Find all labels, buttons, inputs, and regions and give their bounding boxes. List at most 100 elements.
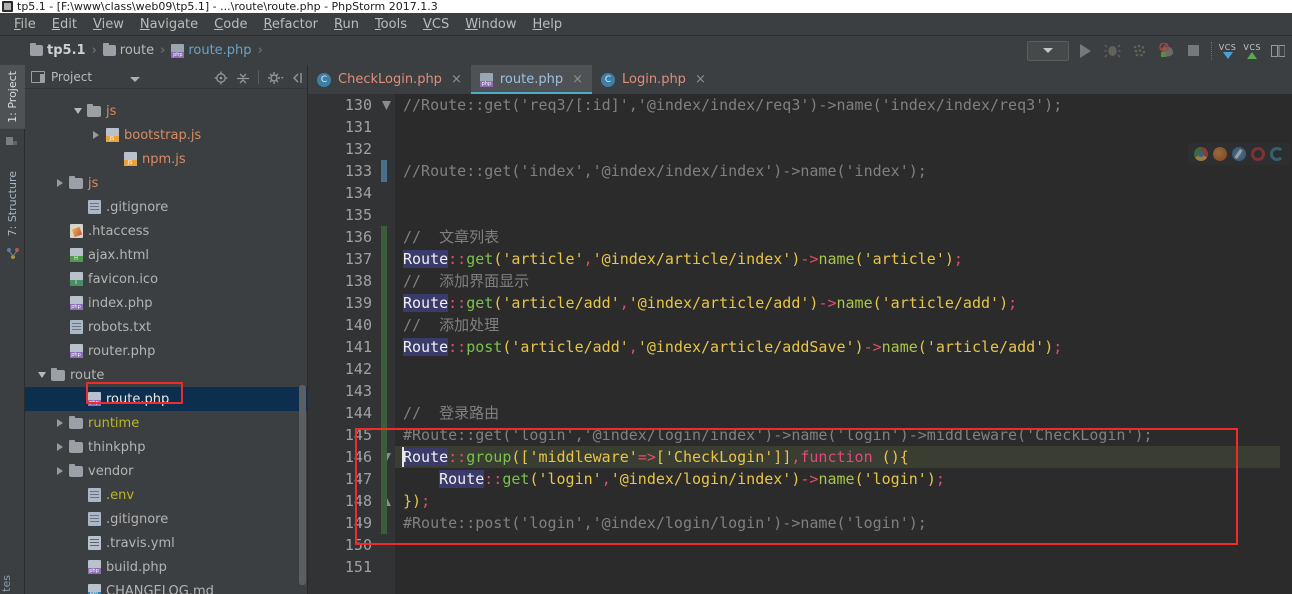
close-icon[interactable]: ×: [572, 72, 583, 87]
tree-item-favicon-ico[interactable]: Ifavicon.ico: [25, 267, 307, 291]
vcs-change-marker[interactable]: [381, 160, 387, 182]
tree-expand-toggle[interactable]: [53, 179, 67, 187]
opera-icon[interactable]: [1251, 147, 1265, 161]
close-icon[interactable]: ×: [695, 72, 706, 87]
menu-item-view[interactable]: View: [85, 15, 132, 34]
tree-expand-toggle[interactable]: [53, 467, 67, 475]
breadcrumb-item-project[interactable]: tp5.1: [30, 43, 86, 58]
tree-expand-toggle[interactable]: [53, 419, 67, 427]
chevron-down-icon[interactable]: [38, 372, 46, 378]
tree-expand-toggle[interactable]: [89, 131, 103, 139]
menu-item-vcs[interactable]: VCS: [415, 15, 457, 34]
code-line[interactable]: Route::post('article/add','@index/articl…: [395, 336, 1292, 358]
locate-file-icon[interactable]: [214, 70, 228, 84]
tree-item-travis-yml[interactable]: .travis.yml: [25, 531, 307, 555]
tree-expand-toggle[interactable]: [53, 443, 67, 451]
vcs-change-marker[interactable]: [381, 314, 387, 336]
vcs-change-marker[interactable]: [381, 468, 387, 490]
vcs-change-marker[interactable]: [381, 292, 387, 314]
breadcrumb-item-file[interactable]: route.php: [171, 43, 252, 58]
chevron-right-icon[interactable]: [57, 179, 63, 187]
stop-call-button[interactable]: [1157, 41, 1177, 61]
code-line[interactable]: //Route::get('index','@index/index/index…: [395, 160, 1292, 182]
run-button[interactable]: [1076, 41, 1096, 61]
code-line[interactable]: [395, 138, 1292, 160]
tree-item-router-php[interactable]: php router.php: [25, 339, 307, 363]
vcs-change-marker[interactable]: [381, 424, 387, 446]
tree-item-npm-js[interactable]: JS npm.js: [25, 147, 307, 171]
code-line[interactable]: // 添加界面显示: [395, 270, 1292, 292]
menu-item-file[interactable]: File: [6, 15, 44, 34]
editor-tab-login-php[interactable]: C Login.php ×: [592, 65, 715, 94]
safari-icon[interactable]: [1232, 147, 1246, 161]
menu-item-run[interactable]: Run: [326, 15, 367, 34]
code-line[interactable]: [395, 358, 1292, 380]
vcs-change-marker[interactable]: [381, 490, 387, 512]
tree-item-index-php[interactable]: php index.php: [25, 291, 307, 315]
code-line[interactable]: Route::get('login','@index/login/index')…: [395, 468, 1292, 490]
breadcrumb-item-route[interactable]: route: [102, 43, 154, 58]
sidebar-item-favorites[interactable]: tes: [0, 573, 25, 594]
code-line[interactable]: [395, 380, 1292, 402]
vcs-change-marker[interactable]: [381, 226, 387, 248]
tree-item-route-php[interactable]: php route.php: [25, 387, 307, 411]
code-line[interactable]: // 文章列表: [395, 226, 1292, 248]
vcs-commit-button[interactable]: VCS: [1243, 43, 1261, 59]
tree-expand-toggle[interactable]: [71, 108, 85, 114]
code-line[interactable]: Route::get('article','@index/article/ind…: [395, 248, 1292, 270]
firefox-icon[interactable]: [1213, 147, 1227, 161]
menu-item-refactor[interactable]: Refactor: [255, 15, 326, 34]
vcs-change-marker[interactable]: [381, 446, 387, 468]
tree-item-changelog-md[interactable]: MD CHANGELOG.md: [25, 579, 307, 594]
code-line[interactable]: });: [395, 490, 1292, 512]
code-line[interactable]: Route::get('article/add','@index/article…: [395, 292, 1292, 314]
tree-item-ajax-html[interactable]: Hajax.html: [25, 243, 307, 267]
tree-item-env[interactable]: .env: [25, 483, 307, 507]
code-line[interactable]: //Route::get('req3/[:id]','@index/index/…: [395, 94, 1292, 116]
vcs-change-marker[interactable]: [381, 358, 387, 380]
edge-icon[interactable]: [1270, 147, 1284, 161]
tree-item-htaccess[interactable]: .htaccess: [25, 219, 307, 243]
vcs-update-button[interactable]: VCS: [1219, 43, 1237, 59]
menu-item-window[interactable]: Window: [457, 15, 524, 34]
menu-item-tools[interactable]: Tools: [367, 15, 415, 34]
tree-item-vendor[interactable]: vendor: [25, 459, 307, 483]
project-tree[interactable]: js JS bootstrap.js JS npm.js js .gitignore .hta…: [25, 89, 307, 594]
chevron-down-icon[interactable]: [74, 108, 82, 114]
chevron-right-icon[interactable]: [57, 443, 63, 451]
sidebar-item-project[interactable]: 1: Project: [0, 65, 25, 129]
vcs-change-marker[interactable]: [381, 380, 387, 402]
vcs-change-marker[interactable]: [381, 270, 387, 292]
tree-item-js[interactable]: js: [25, 171, 307, 195]
tree-item-build-php[interactable]: php build.php: [25, 555, 307, 579]
tree-item-gitignore[interactable]: .gitignore: [25, 195, 307, 219]
settings-gear-icon[interactable]: [267, 70, 284, 84]
chrome-icon[interactable]: [1194, 147, 1208, 161]
compare-button[interactable]: [1268, 41, 1288, 61]
tree-item-route[interactable]: route: [25, 363, 307, 387]
close-icon[interactable]: ×: [451, 72, 462, 87]
code-line[interactable]: [395, 182, 1292, 204]
code-line[interactable]: #Route::post('login','@index/login/login…: [395, 512, 1292, 534]
code-line[interactable]: // 登录路由: [395, 402, 1292, 424]
tree-item-bootstrap-js[interactable]: JS bootstrap.js: [25, 123, 307, 147]
chevron-right-icon[interactable]: [93, 131, 99, 139]
vcs-change-marker[interactable]: [381, 336, 387, 358]
stop-button[interactable]: [1184, 41, 1204, 61]
browser-preview-bar[interactable]: [1188, 143, 1290, 165]
menu-item-code[interactable]: Code: [206, 15, 255, 34]
code-line[interactable]: // 添加处理: [395, 314, 1292, 336]
editor-scrollbar[interactable]: [1280, 123, 1292, 594]
menu-item-navigate[interactable]: Navigate: [132, 15, 206, 34]
run-config-dropdown[interactable]: [1026, 40, 1069, 61]
collapse-all-icon[interactable]: [236, 70, 250, 84]
vcs-change-marker[interactable]: [381, 248, 387, 270]
code-view[interactable]: 130 131 132 133 134 135 136 137 138 139 140 141 142 1…: [308, 94, 1292, 594]
vcs-change-marker[interactable]: [381, 512, 387, 534]
tree-expand-toggle[interactable]: [35, 372, 49, 378]
menu-item-edit[interactable]: Edit: [44, 15, 85, 34]
code-line[interactable]: [395, 116, 1292, 138]
sidebar-item-structure[interactable]: 7: Structure: [0, 165, 25, 242]
project-tree-scrollbar[interactable]: [299, 385, 306, 585]
code-line[interactable]: [395, 534, 1292, 556]
